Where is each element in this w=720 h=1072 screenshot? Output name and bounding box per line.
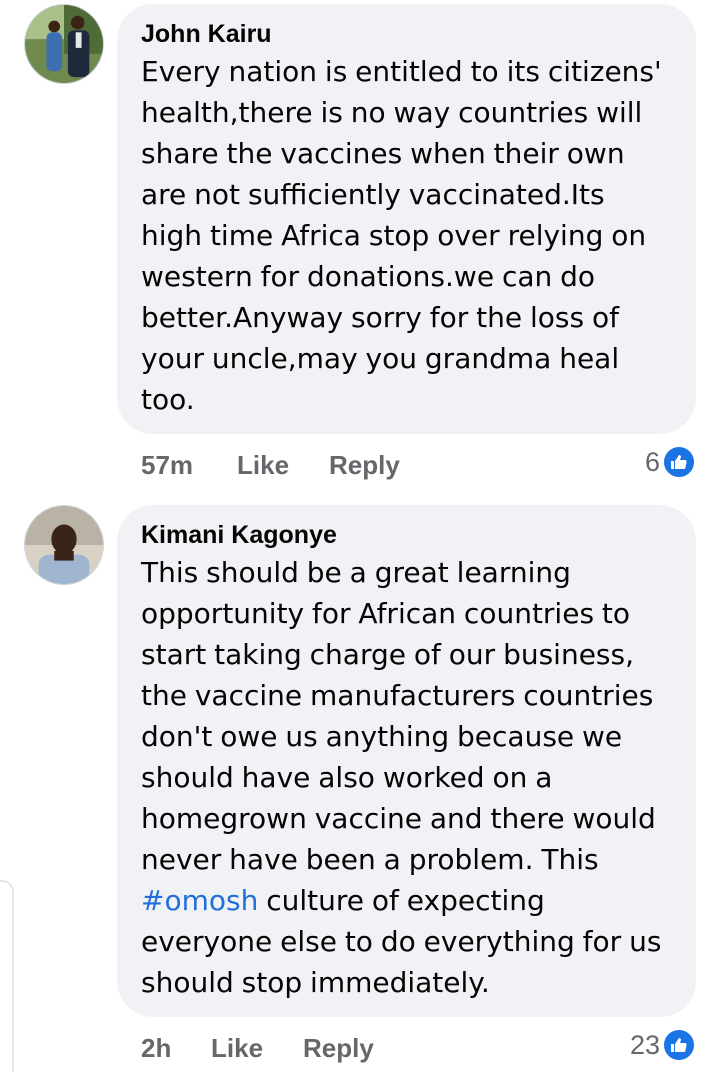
comment-line: This should be a great learning [141,556,571,589]
reaction-count: 6 [644,446,660,477]
comment-line: share the vaccines when their own [141,137,625,170]
reaction-summary[interactable]: 23 [630,1027,696,1063]
comment-timestamp[interactable]: 2h [141,1033,171,1064]
comment-line: start taking charge of our business, [141,638,634,671]
avatar[interactable] [24,4,104,84]
reaction-count: 23 [629,1029,660,1060]
reply-button[interactable]: Reply [329,450,400,481]
like-button[interactable]: Like [211,1033,263,1064]
avatar[interactable] [24,505,104,585]
hashtag-link[interactable]: #omosh [141,884,258,917]
comment-author[interactable]: John Kairu [141,19,672,49]
comment-line: opportunity for African countries to [141,597,631,630]
comment-line: the vaccine manufacturers countries [141,679,654,712]
comment-text: This should be a great learning opportun… [141,552,672,1003]
like-thumb-icon [662,445,696,479]
avatar-photo-icon [25,5,103,83]
comment-timestamp[interactable]: 57m [141,450,193,481]
comment-actions: 57m Like Reply 6 [141,444,696,484]
comment-actions: 2h Like Reply 23 [141,1027,696,1067]
comment-line: your uncle,may you grandma heal [141,342,620,375]
comment-line: should have also worked on a [141,761,553,794]
thread-connector-line [0,880,14,1072]
comment-line: high time Africa stop over relying on [141,219,647,252]
comment-line: should stop immediately. [141,966,490,999]
comment-line: western for donations.we can do [141,260,596,293]
comment-line: better.Anyway sorry for the loss of [141,301,619,334]
comment-line: too. [141,383,195,416]
comment-line: never have been a problem. This [141,843,599,876]
avatar-photo-icon [25,506,103,584]
comment-line: everyone else to do everything for us [141,925,662,958]
comment-line: don't owe us anything because we [141,720,623,753]
like-thumb-icon [662,1028,696,1062]
comment-line: are not sufficiently vaccinated.Its [141,178,605,211]
comment-bubble: Kimani Kagonye This should be a great le… [117,505,696,1017]
comment-author[interactable]: Kimani Kagonye [141,520,672,550]
comment-line: culture of expecting [258,884,545,917]
reply-button[interactable]: Reply [303,1033,374,1064]
comment-line: homegrown vaccine and there would [141,802,656,835]
like-button[interactable]: Like [237,450,289,481]
comment-line: health,there is no way countries will [141,96,643,129]
comment-bubble: John Kairu Every nation is entitled to i… [117,4,696,434]
comment-line: Every nation is entitled to its citizens… [141,55,662,88]
comment-text: Every nation is entitled to its citizens… [141,51,672,420]
reaction-summary[interactable]: 6 [645,444,696,480]
